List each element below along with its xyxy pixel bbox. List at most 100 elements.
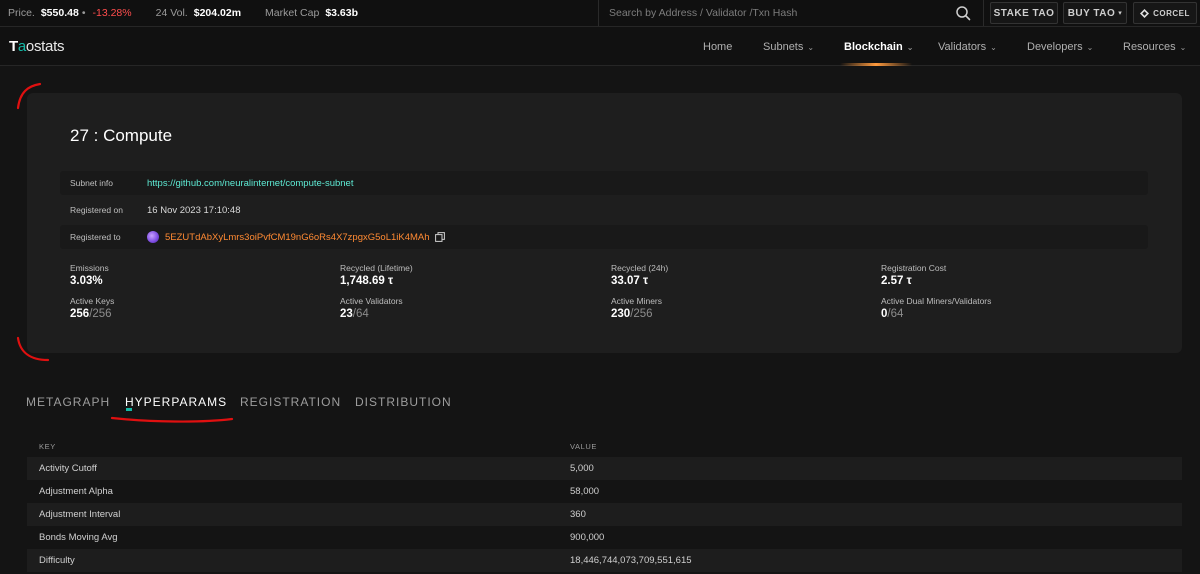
price-value: $550.48 bbox=[40, 7, 79, 19]
emissions-label: Emissions bbox=[70, 263, 109, 273]
tab-hyperparams[interactable]: HYPERPARAMS bbox=[125, 395, 227, 409]
key-column-header: KEY bbox=[39, 442, 56, 451]
volume-label: 24 Vol. bbox=[155, 7, 188, 19]
active-dual-total: /64 bbox=[887, 308, 904, 320]
active-validators-stat: Active Validators 23/64 bbox=[340, 296, 403, 320]
nav-item-validators[interactable]: Validators ⌄ bbox=[938, 41, 997, 53]
nav-item-home[interactable]: Home bbox=[703, 41, 732, 53]
market-cap-value: $3.63b bbox=[325, 7, 359, 19]
active-dual-label: Active Dual Miners/Validators bbox=[881, 296, 992, 306]
subnet-info-row: Subnet info https://github.com/neuralint… bbox=[60, 171, 1148, 195]
row-value: 18,446,744,073,709,551,615 bbox=[570, 555, 692, 566]
row-value: 900,000 bbox=[570, 532, 605, 543]
chevron-down-icon: ⌄ bbox=[807, 42, 815, 52]
registration-cost-value: 2.57 τ bbox=[881, 275, 912, 287]
table-row: Activity Cutoff 5,000 bbox=[27, 457, 1182, 480]
chevron-down-icon: ⌄ bbox=[906, 42, 914, 52]
subnet-info-label: Subnet info bbox=[70, 178, 114, 188]
market-cap-ticker: Market Cap $3.63b bbox=[265, 7, 358, 19]
active-miners-label: Active Miners bbox=[611, 296, 663, 306]
ticker-bar: Price. $550.48 • -13.28% 24 Vol. $204.02… bbox=[0, 0, 1200, 27]
search-icon[interactable] bbox=[955, 5, 971, 21]
tab-distribution[interactable]: DISTRIBUTION bbox=[355, 395, 452, 409]
price-change: -13.28% bbox=[92, 7, 132, 19]
table-header: KEY VALUE bbox=[27, 433, 1182, 457]
tab-registration[interactable]: REGISTRATION bbox=[240, 395, 341, 409]
buy-tao-label: BUY TAO bbox=[1067, 7, 1116, 19]
corcel-label: CORCEL bbox=[1153, 8, 1190, 18]
emissions-value: 3.03% bbox=[70, 275, 103, 287]
active-miners-value: 230 bbox=[611, 308, 631, 320]
taostats-logo[interactable]: Taostats bbox=[9, 38, 64, 55]
nav-item-blockchain[interactable]: Blockchain ⌄ bbox=[844, 41, 913, 53]
nav-item-label: Subnets bbox=[763, 41, 804, 53]
recycled-24h-value: 33.07 τ bbox=[611, 275, 649, 287]
nav-item-subnets[interactable]: Subnets ⌄ bbox=[763, 41, 814, 53]
avatar bbox=[147, 231, 159, 243]
active-dual-stat: Active Dual Miners/Validators 0/64 bbox=[881, 296, 991, 320]
tab-metagraph[interactable]: METAGRAPH bbox=[26, 395, 110, 409]
active-keys-total: /256 bbox=[89, 308, 112, 320]
nav-item-label: Home bbox=[703, 41, 733, 53]
registration-cost-stat: Registration Cost 2.57 τ bbox=[881, 263, 946, 287]
registered-to-address[interactable]: 5EZUTdAbXyLmrs3oiPvfCM19nG6oRs4X7zpgxG5o… bbox=[165, 232, 430, 243]
table-row: Difficulty 18,446,744,073,709,551,615 bbox=[27, 549, 1182, 572]
registered-on-label: Registered on bbox=[70, 205, 123, 215]
row-key: Adjustment Alpha bbox=[39, 486, 113, 497]
row-key: Difficulty bbox=[39, 555, 75, 566]
recycled-24h-stat: Recycled (24h) 33.07 τ bbox=[611, 263, 668, 287]
chevron-down-icon: ⌄ bbox=[990, 42, 997, 52]
page-title: 27 : Compute bbox=[70, 126, 173, 145]
nav-item-label: Resources bbox=[1123, 41, 1176, 53]
row-key: Activity Cutoff bbox=[39, 463, 97, 474]
registered-on-row: Registered on 16 Nov 2023 17:10:48 bbox=[60, 198, 1148, 222]
recycled-24h-label: Recycled (24h) bbox=[611, 263, 669, 273]
row-value: 58,000 bbox=[570, 486, 600, 497]
buy-tao-button[interactable]: BUY TAO ▾ bbox=[1063, 2, 1127, 24]
active-keys-label: Active Keys bbox=[70, 296, 115, 306]
table-row: Bonds Moving Avg 900,000 bbox=[27, 526, 1182, 549]
nav-item-resources[interactable]: Resources ⌄ bbox=[1123, 41, 1186, 53]
active-miners-stat: Active Miners 230/256 bbox=[611, 296, 662, 320]
registered-on-value: 16 Nov 2023 17:10:48 bbox=[147, 204, 241, 216]
active-validators-label: Active Validators bbox=[340, 296, 403, 306]
chevron-down-icon: ⌄ bbox=[1179, 42, 1187, 52]
logo-first-letter: T bbox=[9, 38, 18, 55]
nav-item-label: Validators bbox=[938, 41, 987, 53]
row-value: 5,000 bbox=[570, 463, 594, 474]
active-validators-value: 23 bbox=[340, 308, 353, 320]
search-box bbox=[598, 0, 984, 26]
logo-accent-letter: a bbox=[17, 38, 26, 55]
copy-icon[interactable] bbox=[434, 232, 445, 242]
subnet-info-link[interactable]: https://github.com/neuralinternet/comput… bbox=[147, 178, 353, 189]
stake-tao-label: STAKE TAO bbox=[993, 7, 1055, 19]
recycled-lifetime-label: Recycled (Lifetime) bbox=[340, 263, 413, 273]
active-nav-indicator bbox=[840, 63, 912, 66]
corcel-button[interactable]: CORCEL bbox=[1133, 2, 1197, 24]
logo-rest: ostats bbox=[25, 38, 65, 55]
chevron-down-icon: ⌄ bbox=[1086, 42, 1094, 52]
active-tab-indicator bbox=[126, 408, 132, 411]
table-row: Adjustment Interval 360 bbox=[27, 503, 1182, 526]
market-cap-label: Market Cap bbox=[265, 7, 320, 19]
volume-ticker: 24 Vol. $204.02m bbox=[156, 7, 241, 19]
active-miners-total: /256 bbox=[630, 308, 653, 320]
nav-item-label: Developers bbox=[1027, 41, 1083, 53]
row-value: 360 bbox=[570, 509, 586, 520]
recycled-lifetime-value: 1,748.69 τ bbox=[340, 275, 394, 287]
price-separator: • bbox=[81, 7, 86, 19]
subnet-summary-card: 27 : Compute Subnet info https://github.… bbox=[27, 93, 1182, 353]
active-keys-stat: Active Keys 256/256 bbox=[70, 296, 114, 320]
nav-item-developers[interactable]: Developers ⌄ bbox=[1027, 41, 1093, 53]
search-input[interactable] bbox=[609, 7, 949, 19]
active-validators-total: /64 bbox=[352, 308, 369, 320]
stake-tao-button[interactable]: STAKE TAO bbox=[990, 2, 1058, 24]
row-key: Bonds Moving Avg bbox=[39, 532, 118, 543]
volume-value: $204.02m bbox=[193, 7, 242, 19]
chevron-down-icon: ▾ bbox=[1118, 10, 1123, 17]
price-label: Price. bbox=[8, 7, 35, 19]
main-navigation: Taostats Home Subnets ⌄ Blockchain ⌄ Valid… bbox=[0, 27, 1200, 66]
recycled-lifetime-stat: Recycled (Lifetime) 1,748.69 τ bbox=[340, 263, 413, 287]
price-ticker: Price. $550.48 • -13.28% bbox=[8, 7, 132, 19]
table-row: Adjustment Alpha 58,000 bbox=[27, 480, 1182, 503]
